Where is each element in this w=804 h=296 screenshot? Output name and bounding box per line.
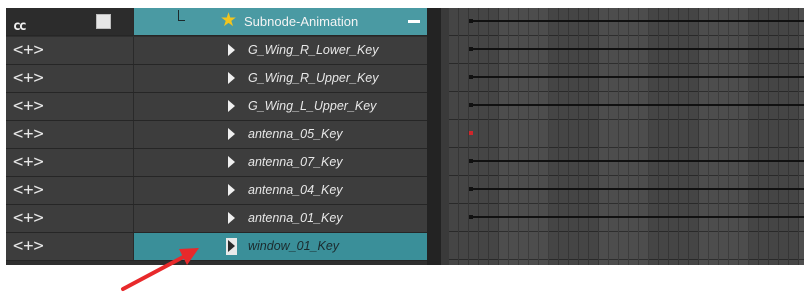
layer-controls[interactable]: <+> — [6, 37, 134, 64]
expand-arrow-icon[interactable] — [228, 212, 235, 224]
red-arrow-annotation — [121, 248, 199, 291]
timeline-view: cc ★ Subnode-Animation <+> G_Wing_R_Lower… — [6, 8, 804, 265]
layer-name: antenna_04_Key — [248, 183, 343, 197]
hold-line — [473, 76, 804, 78]
layer-controls[interactable]: <+> — [6, 65, 134, 92]
hold-line — [473, 188, 804, 190]
tree-branch-icon — [178, 10, 185, 21]
expand-arrow-icon[interactable] — [228, 100, 235, 112]
timeline-row[interactable] — [449, 204, 804, 231]
lock-checkbox[interactable] — [96, 14, 111, 29]
expand-arrow-icon[interactable] — [228, 72, 235, 84]
layer-name-cell[interactable]: antenna_04_Key — [134, 177, 427, 204]
timeline-row[interactable] — [449, 64, 804, 91]
layer-name-cell[interactable]: G_Wing_R_Upper_Key — [134, 65, 427, 92]
timeline-row[interactable] — [449, 176, 804, 203]
expand-arrow-icon[interactable] — [228, 44, 235, 56]
hold-line — [473, 160, 804, 162]
layer-controls[interactable]: <+> — [6, 149, 134, 176]
layer-controls[interactable]: <+> — [6, 177, 134, 204]
layer-name-cell[interactable]: ★ Subnode-Animation — [134, 8, 427, 35]
keyframe-marker[interactable] — [469, 131, 473, 135]
layer-row[interactable]: <+> G_Wing_L_Upper_Key — [6, 93, 427, 121]
expand-arrow-icon[interactable] — [228, 184, 235, 196]
panel-divider[interactable] — [427, 8, 441, 265]
layer-controls[interactable]: <+> — [6, 93, 134, 120]
link-icon[interactable]: cc — [13, 13, 27, 40]
expand-arrow-icon[interactable] — [228, 240, 235, 252]
layer-name: antenna_05_Key — [248, 127, 343, 141]
hold-line — [473, 48, 804, 50]
timeline-row[interactable] — [449, 8, 804, 35]
layer-name: antenna_07_Key — [248, 155, 343, 169]
layer-name: Subnode-Animation — [244, 14, 359, 29]
layer-name-cell[interactable]: antenna_05_Key — [134, 121, 427, 148]
layer-row-subnode-animation[interactable]: cc ★ Subnode-Animation — [6, 8, 427, 36]
layer-panel: cc ★ Subnode-Animation <+> G_Wing_R_Lower… — [6, 8, 427, 265]
layer-row[interactable]: <+> G_Wing_R_Upper_Key — [6, 65, 427, 93]
layer-row[interactable]: <+> G_Wing_R_Lower_Key — [6, 37, 427, 65]
layer-name: G_Wing_R_Lower_Key — [248, 43, 379, 57]
hold-line — [473, 216, 804, 218]
timeline-row[interactable] — [449, 148, 804, 175]
timeline-row[interactable] — [449, 36, 804, 63]
collapse-icon[interactable] — [408, 20, 420, 23]
layer-name-cell[interactable]: G_Wing_L_Upper_Key — [134, 93, 427, 120]
layer-name: antenna_01_Key — [248, 211, 343, 225]
layer-name: G_Wing_R_Upper_Key — [248, 71, 379, 85]
expand-arrow-icon[interactable] — [228, 128, 235, 140]
layer-row[interactable]: <+> antenna_04_Key — [6, 177, 427, 205]
expand-arrow-icon[interactable] — [228, 156, 235, 168]
layer-row[interactable]: <+> antenna_07_Key — [6, 149, 427, 177]
timeline-row[interactable] — [449, 92, 804, 119]
layer-name-cell[interactable]: antenna_01_Key — [134, 205, 427, 232]
layer-row[interactable]: <+> window_01_Key — [6, 233, 427, 261]
layer-row[interactable]: <+> antenna_01_Key — [6, 205, 427, 233]
layer-controls[interactable]: <+> — [6, 121, 134, 148]
star-icon: ★ — [220, 10, 238, 31]
layer-controls[interactable]: <+> — [6, 205, 134, 232]
layer-row[interactable]: <+> antenna_05_Key — [6, 121, 427, 149]
layer-name-cell[interactable]: antenna_07_Key — [134, 149, 427, 176]
layer-name-cell[interactable]: G_Wing_R_Lower_Key — [134, 37, 427, 64]
timeline-grid[interactable] — [449, 8, 804, 265]
layer-controls[interactable]: <+> — [6, 233, 134, 260]
hold-line — [473, 104, 804, 106]
header-controls: cc — [6, 8, 134, 35]
layer-name: window_01_Key — [248, 239, 340, 253]
hold-line — [473, 20, 804, 22]
layer-name: G_Wing_L_Upper_Key — [248, 99, 377, 113]
timeline-row[interactable] — [449, 120, 804, 147]
